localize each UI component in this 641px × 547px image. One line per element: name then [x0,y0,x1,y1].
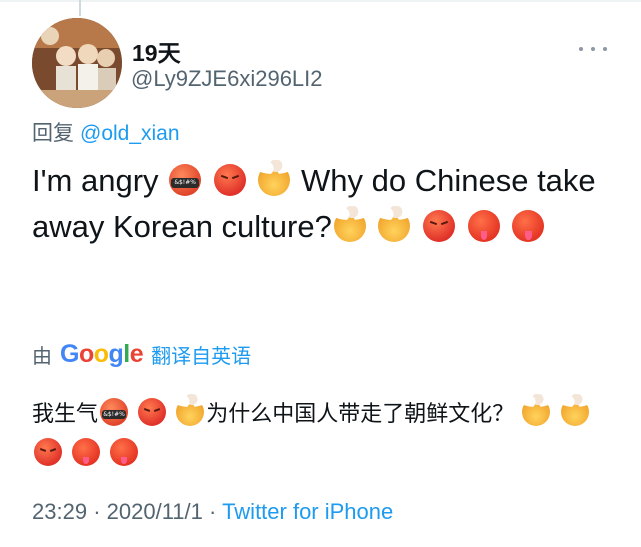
hot-face-icon [72,438,101,466]
more-options-icon[interactable] [579,44,607,54]
display-name[interactable]: 19天 [132,34,181,68]
google-letter: o [93,340,109,368]
reply-context: 回复 @old_xian [32,117,180,147]
tweet-time[interactable]: 23:29 [32,499,87,524]
angry-face-icon [34,438,62,466]
tweet-meta: 23:29 · 2020/11/1 · Twitter for iPhone [32,499,393,525]
google-letter: G [60,340,79,368]
dot [591,47,595,51]
meta-separator: · [93,499,101,524]
exploding-head-icon [330,206,369,242]
dot [603,47,607,51]
thread-connector [79,0,81,16]
user-handle[interactable]: @Ly9ZJE6xi296LI2 [131,66,323,92]
translate-source-link[interactable]: 翻译自英语 [151,340,251,369]
tweet-date[interactable]: 2020/11/1 [107,499,203,524]
translate-by-label: 由 [32,346,52,368]
avatar-image [32,18,122,108]
dot [579,47,583,51]
translated-part1: 我生气 [32,401,99,426]
google-letter: o [78,340,94,368]
reply-prefix: 回复 [32,122,74,145]
top-divider [0,0,641,2]
hot-face-icon [110,438,139,466]
exploding-head-icon [557,394,592,426]
tweet-text-part1: I'm angry [32,163,159,198]
face-with-symbols-icon [169,164,202,196]
google-logo: Google [60,340,144,369]
google-letter: g [108,340,124,368]
tweet-body: I'm angry Why do Chinese take away Korea… [32,158,622,250]
reply-mention-link[interactable]: @old_xian [80,122,180,145]
face-with-symbols-icon [100,398,129,426]
translation-attribution: 由 Google 翻译自英语 [32,340,251,369]
exploding-head-icon [173,394,208,426]
exploding-head-icon [255,160,294,196]
angry-face-icon [423,210,456,242]
hot-face-icon [467,210,500,242]
hot-face-icon [512,210,545,242]
meta-separator: · [209,499,217,524]
tweet-source-link[interactable]: Twitter for iPhone [222,499,393,524]
exploding-head-icon [519,394,554,426]
exploding-head-icon [375,206,414,242]
avatar[interactable] [32,18,122,108]
angry-face-icon [138,398,167,426]
translated-part2: 为什么中国人带走了朝鲜文化？ [206,401,515,426]
google-letter: e [129,340,144,368]
translated-body: 我生气 为什么中国人带走了朝鲜文化？ [32,394,622,474]
angry-face-icon [213,164,246,196]
